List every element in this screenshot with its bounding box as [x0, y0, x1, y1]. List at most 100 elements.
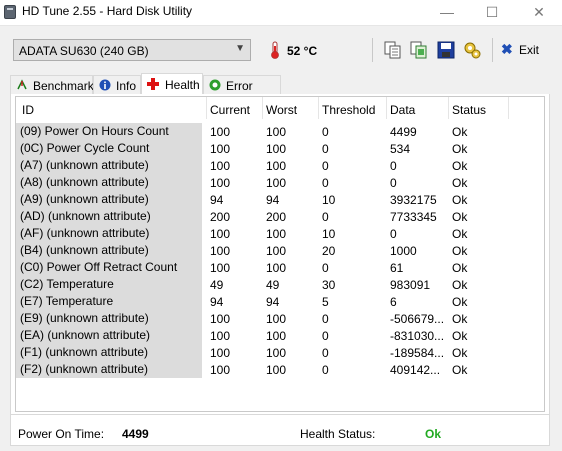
copy-screenshot-icon[interactable]	[409, 40, 429, 60]
table-row[interactable]: (AD) (unknown attribute) 200 200 0 7733345 Ok	[16, 208, 544, 225]
cell-worst: 100	[266, 363, 287, 377]
column-header-data[interactable]: Data	[390, 103, 415, 117]
close-button[interactable]: ✕	[516, 0, 562, 25]
minimize-button[interactable]: —	[424, 0, 470, 25]
status-bar: Power On Time: 4499 Health Status: Ok	[11, 414, 549, 447]
cell-id: (E9) (unknown attribute)	[16, 310, 202, 327]
health-status-value: Ok	[425, 427, 442, 441]
cell-worst: 100	[266, 227, 287, 241]
cell-id: (F1) (unknown attribute)	[16, 344, 202, 361]
cell-status: Ok	[452, 125, 468, 139]
cell-threshold: 0	[322, 261, 329, 275]
cell-worst: 100	[266, 329, 287, 343]
cell-threshold: 0	[322, 142, 329, 156]
cell-status: Ok	[452, 278, 468, 292]
cell-data: 0	[390, 159, 397, 173]
cell-current: 100	[210, 261, 231, 275]
toolbar-separator	[492, 38, 493, 62]
cell-id: (F2) (unknown attribute)	[16, 361, 202, 378]
copy-icon[interactable]	[383, 40, 403, 60]
column-header-current[interactable]: Current	[210, 103, 250, 117]
column-header-threshold[interactable]: Threshold	[322, 103, 375, 117]
cell-status: Ok	[452, 346, 468, 360]
cell-status: Ok	[452, 295, 468, 309]
cell-data: 6	[390, 295, 397, 309]
table-row[interactable]: (AF) (unknown attribute) 100 100 10 0 Ok	[16, 225, 544, 242]
cell-data: 0	[390, 227, 397, 241]
window-title: HD Tune 2.55 - Hard Disk Utility	[22, 4, 193, 18]
cell-id: (A8) (unknown attribute)	[16, 174, 202, 191]
cell-data: 4499	[390, 125, 417, 139]
cell-status: Ok	[452, 193, 468, 207]
table-row[interactable]: (A9) (unknown attribute) 94 94 10 3932175 Ok	[16, 191, 544, 208]
exit-label: Exit	[519, 43, 540, 57]
temperature-readout: 52 °C	[287, 44, 318, 58]
cell-threshold: 0	[322, 210, 329, 224]
table-row[interactable]: (B4) (unknown attribute) 100 100 20 1000 Ok	[16, 242, 544, 259]
cell-id: (AD) (unknown attribute)	[16, 208, 202, 225]
health-panel: ID Current Worst Threshold Data Status (…	[10, 94, 550, 446]
tab-benchmark[interactable]: Benchmark	[10, 75, 94, 94]
table-row[interactable]: (F2) (unknown attribute) 100 100 0 409142...…	[16, 361, 544, 378]
cell-status: Ok	[452, 210, 468, 224]
cell-worst: 100	[266, 346, 287, 360]
cell-current: 94	[210, 193, 224, 207]
table-row[interactable]: (09) Power On Hours Count 100 100 0 4499 Ok	[16, 123, 544, 140]
tab-info-label: Info	[116, 79, 137, 93]
drive-select[interactable]: ADATA SU630 (240 GB) ▼	[13, 39, 251, 61]
cell-current: 100	[210, 363, 231, 377]
cell-status: Ok	[452, 329, 468, 343]
table-row[interactable]: (EA) (unknown attribute) 100 100 0 -831030..…	[16, 327, 544, 344]
cell-current: 100	[210, 176, 231, 190]
cell-status: Ok	[452, 142, 468, 156]
cell-threshold: 0	[322, 363, 329, 377]
health-status-label: Health Status:	[300, 427, 376, 441]
power-on-time-label: Power On Time:	[18, 427, 105, 441]
options-icon[interactable]	[462, 40, 482, 60]
cell-current: 94	[210, 295, 224, 309]
column-header-worst[interactable]: Worst	[266, 103, 297, 117]
title-bar: HD Tune 2.55 - Hard Disk Utility — ☐ ✕	[0, 0, 562, 26]
cell-worst: 100	[266, 244, 287, 258]
table-row[interactable]: (0C) Power Cycle Count 100 100 0 534 Ok	[16, 140, 544, 157]
cell-data: 409142...	[390, 363, 441, 377]
cell-id: (C2) Temperature	[16, 276, 202, 293]
cell-id: (C0) Power Off Retract Count	[16, 259, 202, 276]
chevron-down-icon: ▼	[235, 43, 245, 54]
cell-data: 3932175	[390, 193, 437, 207]
error-scan-icon	[209, 79, 221, 91]
table-row[interactable]: (C2) Temperature 49 49 30 983091 Ok	[16, 276, 544, 293]
table-row[interactable]: (F1) (unknown attribute) 100 100 0 -189584..…	[16, 344, 544, 361]
column-divider	[318, 97, 319, 119]
save-icon[interactable]	[436, 40, 456, 60]
table-row[interactable]: (E9) (unknown attribute) 100 100 0 -506679..…	[16, 310, 544, 327]
cell-worst: 94	[266, 193, 280, 207]
tab-health[interactable]: Health	[141, 73, 203, 95]
tab-info[interactable]: Info	[93, 75, 141, 94]
power-on-time-value: 4499	[122, 427, 149, 441]
cell-id: (09) Power On Hours Count	[16, 123, 202, 140]
cell-worst: 100	[266, 312, 287, 326]
maximize-button[interactable]: ☐	[469, 0, 515, 25]
cell-threshold: 0	[322, 329, 329, 343]
cell-id: (E7) Temperature	[16, 293, 202, 310]
tab-health-label: Health	[165, 78, 200, 92]
table-row[interactable]: (A8) (unknown attribute) 100 100 0 0 Ok	[16, 174, 544, 191]
exit-button[interactable]: ✖ Exit	[501, 40, 541, 60]
cell-current: 100	[210, 125, 231, 139]
column-header-status[interactable]: Status	[452, 103, 486, 117]
cell-status: Ok	[452, 312, 468, 326]
table-row[interactable]: (A7) (unknown attribute) 100 100 0 0 Ok	[16, 157, 544, 174]
cell-id: (EA) (unknown attribute)	[16, 327, 202, 344]
cell-id: (B4) (unknown attribute)	[16, 242, 202, 259]
cell-threshold: 0	[322, 125, 329, 139]
cell-data: 534	[390, 142, 411, 156]
table-row[interactable]: (E7) Temperature 94 94 5 6 Ok	[16, 293, 544, 310]
tab-error-scan[interactable]: Error Scan	[203, 75, 281, 107]
tab-benchmark-label: Benchmark	[33, 79, 94, 93]
cell-worst: 200	[266, 210, 287, 224]
column-header-id[interactable]: ID	[22, 103, 34, 117]
smart-table[interactable]: ID Current Worst Threshold Data Status (…	[15, 96, 545, 412]
table-row[interactable]: (C0) Power Off Retract Count 100 100 0 61 Ok	[16, 259, 544, 276]
column-divider	[262, 97, 263, 119]
